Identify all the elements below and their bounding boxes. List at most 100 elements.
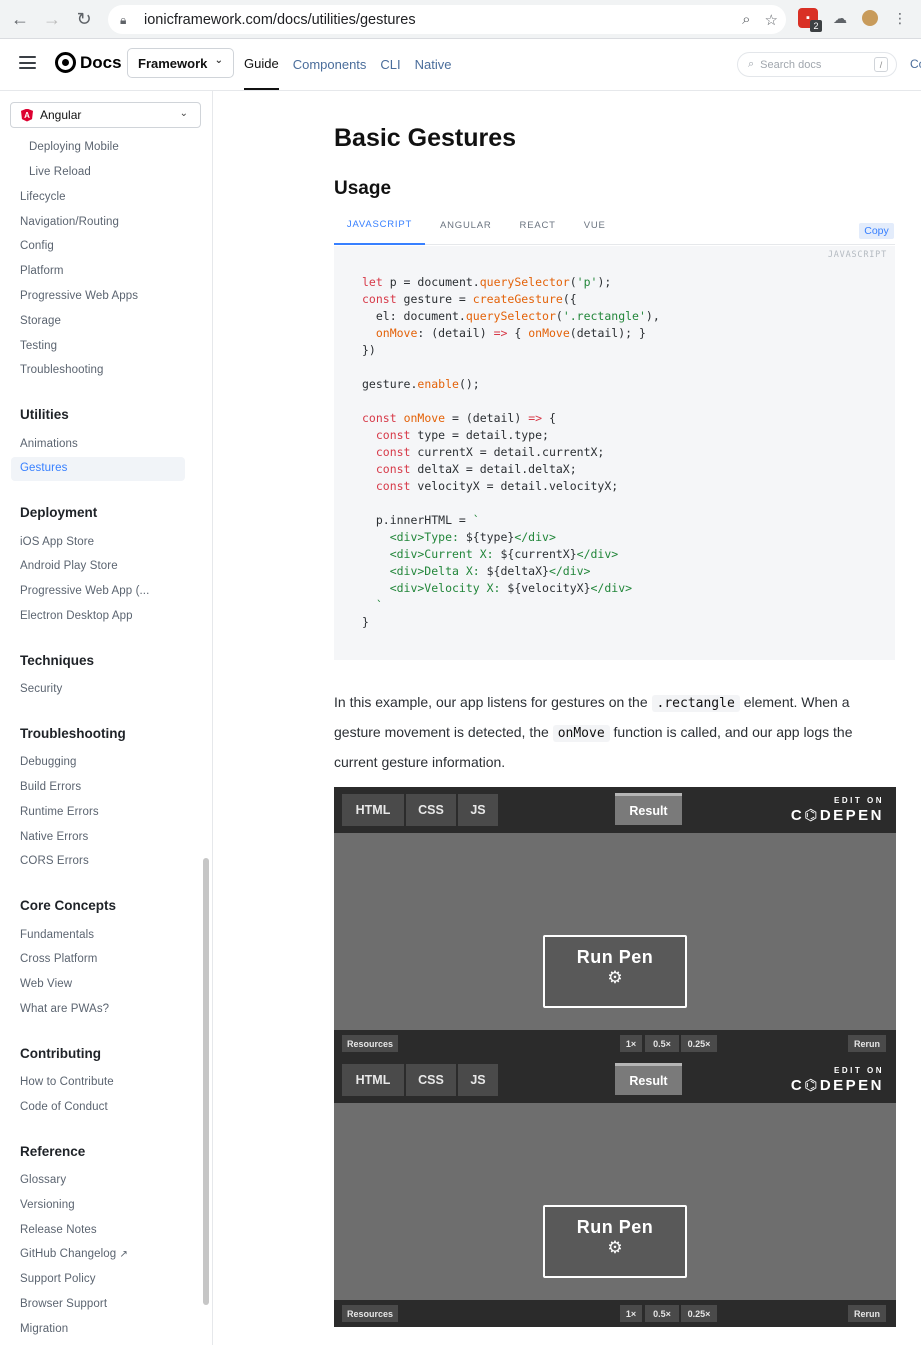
sidebar-item-gestures[interactable]: Gestures xyxy=(20,462,67,474)
edit-on-label: EDIT ON xyxy=(834,1066,884,1075)
sidebar-item-versioning[interactable]: Versioning xyxy=(20,1199,75,1211)
sidebar-scrollbar[interactable] xyxy=(203,858,209,1305)
extension-icon[interactable]: ▪ 2 xyxy=(798,8,822,32)
zoom-half-button[interactable]: 0.5× xyxy=(645,1035,679,1052)
zoom-quarter-button[interactable]: 0.25× xyxy=(681,1305,717,1322)
sidebar-item-release-notes[interactable]: Release Notes xyxy=(20,1224,97,1236)
sidebar-item-electron-desktop-app[interactable]: Electron Desktop App xyxy=(20,610,133,622)
sidebar-item-progressive-web-app[interactable]: Progressive Web App (... xyxy=(20,585,149,597)
pen-tab-html[interactable]: HTML xyxy=(342,1064,404,1096)
sidebar-item-cors-errors[interactable]: CORS Errors xyxy=(20,855,89,867)
nav-link-cut[interactable]: Co xyxy=(910,57,921,71)
resources-button[interactable]: Resources xyxy=(342,1035,398,1052)
rerun-button[interactable]: Rerun xyxy=(848,1035,886,1052)
sidebar-item-android-play-store[interactable]: Android Play Store xyxy=(20,560,118,572)
tab-angular[interactable]: ANGULAR xyxy=(425,206,506,245)
sidebar-item-fundamentals[interactable]: Fundamentals xyxy=(20,929,94,941)
sidebar-item-migration[interactable]: Migration xyxy=(20,1323,68,1335)
sidebar-item-glossary[interactable]: Glossary xyxy=(20,1174,66,1186)
pen-tab-js[interactable]: JS xyxy=(458,794,498,826)
codepen-logo: C⌬DEPEN xyxy=(790,1077,884,1094)
sidebar-item-build-errors[interactable]: Build Errors xyxy=(20,781,81,793)
sidebar-item-what-are-pwas[interactable]: What are PWAs? xyxy=(20,1003,109,1015)
docs-navbar: Docs Framework ⌄ Guide Components CLI Na… xyxy=(0,39,921,91)
sidebar-section-techniques: Techniques xyxy=(20,653,95,668)
sidebar-section-core-concepts: Core Concepts xyxy=(20,898,117,913)
docs-logo[interactable]: Docs xyxy=(55,52,122,73)
nav-link-guide[interactable]: Guide xyxy=(244,39,279,90)
sidebar-item-deploying-mobile[interactable]: Deploying Mobile xyxy=(29,141,119,153)
search-placeholder: Search docs xyxy=(760,58,822,71)
zoom-1x-button[interactable]: 1× xyxy=(620,1035,642,1052)
sidebar-item-live-reload[interactable]: Live Reload xyxy=(29,166,91,178)
sidebar-item-storage[interactable]: Storage xyxy=(20,315,61,327)
search-input[interactable]: ⌕ Search docs / xyxy=(737,52,897,77)
sidebar-section-contributing: Contributing xyxy=(20,1046,101,1061)
sidebar-item-pwa[interactable]: Progressive Web Apps xyxy=(20,290,138,302)
edit-on-label: EDIT ON xyxy=(834,796,884,805)
sidebar-item-github-changelog[interactable]: GitHub Changelog ↗ xyxy=(20,1248,128,1260)
edit-on-codepen-link[interactable]: EDIT ON C⌬DEPEN xyxy=(791,796,884,824)
cloud-icon[interactable]: ☁ xyxy=(830,8,850,28)
tab-javascript[interactable]: JAVASCRIPT xyxy=(334,206,425,245)
nav-link-native[interactable]: Native xyxy=(415,39,452,90)
back-icon[interactable]: ← xyxy=(8,7,32,31)
sidebar-item-platform[interactable]: Platform xyxy=(20,265,64,277)
url-text: ionicframework.com/docs/utilities/gestur… xyxy=(144,11,416,28)
run-pen-button[interactable]: Run Pen ⚙ xyxy=(543,935,687,1008)
run-pen-button[interactable]: Run Pen ⚙ xyxy=(543,1205,687,1278)
forward-icon[interactable]: → xyxy=(40,7,64,31)
zoom-half-button[interactable]: 0.5× xyxy=(645,1305,679,1322)
sidebar-item-debugging[interactable]: Debugging xyxy=(20,756,77,768)
pen-tab-html[interactable]: HTML xyxy=(342,794,404,826)
sidebar-item-testing[interactable]: Testing xyxy=(20,340,57,352)
sidebar-item-troubleshooting[interactable]: Troubleshooting xyxy=(20,364,104,376)
sidebar-item-animations[interactable]: Animations xyxy=(20,438,78,450)
framework-select[interactable]: A Angular ⌄ xyxy=(10,102,201,128)
tab-vue[interactable]: VUE xyxy=(570,206,620,245)
zoom-quarter-button[interactable]: 0.25× xyxy=(681,1035,717,1052)
sidebar-section-reference: Reference xyxy=(20,1144,86,1159)
tab-react[interactable]: REACT xyxy=(506,206,570,245)
sidebar-item-navigation[interactable]: Navigation/Routing xyxy=(20,216,119,228)
framework-dropdown[interactable]: Framework ⌄ xyxy=(127,48,234,78)
sidebar-item-native-errors[interactable]: Native Errors xyxy=(20,831,88,843)
run-pen-label: Run Pen xyxy=(576,947,654,967)
sidebar-item-lifecycle[interactable]: Lifecycle xyxy=(20,191,66,203)
zoom-1x-button[interactable]: 1× xyxy=(620,1305,642,1322)
sidebar-item-web-view[interactable]: Web View xyxy=(20,978,72,990)
code-block: JAVASCRIPT let p = document.querySelecto… xyxy=(334,246,895,660)
pen-tab-js[interactable]: JS xyxy=(458,1064,498,1096)
codepen-embed: HTML CSS JS Result EDIT ON C⌬DEPEN Run P… xyxy=(334,787,896,1057)
bookmark-star-icon[interactable]: ☆ xyxy=(765,11,778,29)
sidebar-item-config[interactable]: Config xyxy=(20,240,54,252)
hamburger-menu-icon[interactable] xyxy=(19,56,36,69)
nav-link-components[interactable]: Components xyxy=(293,39,367,90)
rerun-button[interactable]: Rerun xyxy=(848,1305,886,1322)
sidebar-item-support-policy[interactable]: Support Policy xyxy=(20,1273,96,1285)
cookie-icon[interactable] xyxy=(862,10,878,26)
copy-button[interactable]: Copy xyxy=(859,223,894,239)
sidebar-section-deployment: Deployment xyxy=(20,505,98,520)
sidebar-item-runtime-errors[interactable]: Runtime Errors xyxy=(20,806,99,818)
sidebar-item-ios-app-store[interactable]: iOS App Store xyxy=(20,536,94,548)
sidebar-item-cross-platform[interactable]: Cross Platform xyxy=(20,953,97,965)
pen-tab-result[interactable]: Result xyxy=(615,1063,682,1095)
nav-link-cli[interactable]: CLI xyxy=(380,39,400,90)
sidebar-item-security[interactable]: Security xyxy=(20,683,62,695)
github-changelog-label: GitHub Changelog xyxy=(20,1248,117,1260)
sidebar-item-browser-support[interactable]: Browser Support xyxy=(20,1298,107,1310)
codepen-footer: Resources 1× 0.5× 0.25× Rerun xyxy=(334,1030,896,1057)
pen-tab-css[interactable]: CSS xyxy=(406,1064,456,1096)
reload-icon[interactable]: ↻ xyxy=(72,7,96,31)
menu-dots-icon[interactable]: ⋮ xyxy=(890,8,910,28)
sidebar-item-code-of-conduct[interactable]: Code of Conduct xyxy=(20,1101,108,1113)
pen-tab-css[interactable]: CSS xyxy=(406,794,456,826)
sidebar-section-troubleshooting: Troubleshooting xyxy=(20,726,126,741)
pen-tab-result[interactable]: Result xyxy=(615,793,682,825)
edit-on-codepen-link[interactable]: EDIT ON C⌬DEPEN xyxy=(791,1066,884,1094)
sidebar-item-how-to-contribute[interactable]: How to Contribute xyxy=(20,1076,114,1088)
resources-button[interactable]: Resources xyxy=(342,1305,398,1322)
address-bar[interactable]: 🔒︎ ionicframework.com/docs/utilities/ges… xyxy=(108,5,786,34)
zoom-icon[interactable]: ⌕ xyxy=(742,11,750,29)
